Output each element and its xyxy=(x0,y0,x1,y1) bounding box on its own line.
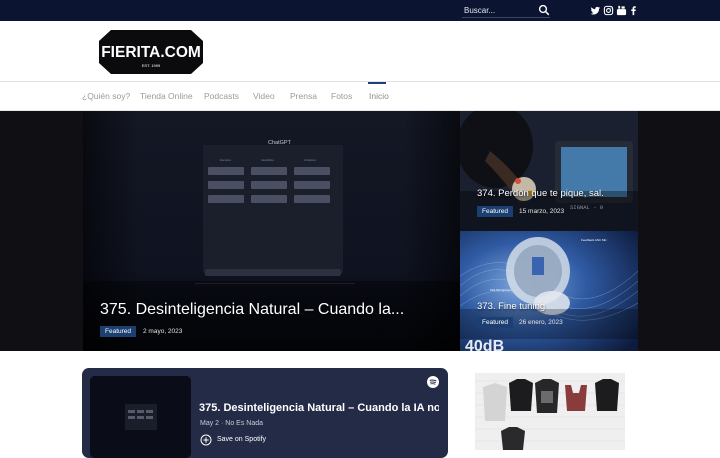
screen-col-3: Limitations xyxy=(304,159,317,162)
spotify-logo-icon[interactable] xyxy=(427,376,439,388)
main-nav: ¿Quién soy? Tienda Online Podcasts Video… xyxy=(0,82,720,111)
featured-badge[interactable]: Featured xyxy=(100,326,137,337)
search-input[interactable] xyxy=(462,2,540,18)
post-title[interactable]: 373. Fine tuning xyxy=(477,301,545,312)
search-form xyxy=(462,2,550,18)
annotation-label: Talk Microphone xyxy=(490,288,512,292)
earbud-xray-image: Feedback ANC Mic Talk Microphone 40dB xyxy=(460,231,638,351)
plus-circle-icon xyxy=(200,434,212,446)
nav-item-inicio[interactable]: Inicio xyxy=(369,82,389,110)
nav-item-podcasts[interactable]: Podcasts xyxy=(204,82,239,110)
nav-item-tienda-online[interactable]: Tienda Online xyxy=(140,82,193,110)
spotify-embed[interactable]: 375. Desinteligencia Natural – Cuando la… xyxy=(82,368,448,458)
post-date: 2 mayo, 2023 xyxy=(143,328,183,335)
post-title[interactable]: 375. Desinteligencia Natural – Cuando la… xyxy=(100,301,404,319)
annotation-label: Feedback ANC Mic xyxy=(581,238,607,242)
save-on-spotify-label: Save on Spotify xyxy=(217,436,267,443)
screen-title: ChatGPT xyxy=(268,140,292,146)
post-date: 26 enero, 2023 xyxy=(519,319,563,326)
search-underline xyxy=(462,17,550,18)
episode-title[interactable]: 375. Desinteligencia Natural – Cuando la… xyxy=(199,402,439,414)
nav-item-prensa[interactable]: Prensa xyxy=(290,82,317,110)
episode-meta: May 2 · No Es Nada xyxy=(200,420,264,427)
hero-section: ChatGPT Examples Capabilities Limitation… xyxy=(0,111,720,351)
featured-post-side-bottom[interactable]: Feedback ANC Mic Talk Microphone 40dB 37… xyxy=(460,231,638,351)
top-bar xyxy=(0,0,720,21)
featured-post-side-top[interactable]: SIGNAL - 0 374. Perdón que te pique, sal… xyxy=(460,111,638,231)
youtube-icon[interactable] xyxy=(616,5,627,16)
featured-badge[interactable]: Featured xyxy=(477,317,514,328)
facebook-icon[interactable] xyxy=(628,5,639,16)
screen-col-2: Capabilities xyxy=(261,159,275,162)
site-logo[interactable]: FIERITA.COM EST. 1999 xyxy=(99,30,203,74)
featured-badge[interactable]: Featured xyxy=(477,206,514,217)
merch-ad-image[interactable] xyxy=(475,373,625,450)
search-icon[interactable] xyxy=(538,4,550,16)
logo-subtext: EST. 1999 xyxy=(142,63,161,68)
nav-item-quien-soy[interactable]: ¿Quién soy? xyxy=(82,82,130,110)
featured-post-main[interactable]: ChatGPT Examples Capabilities Limitation… xyxy=(83,111,460,351)
screen-col-1: Examples xyxy=(220,159,232,162)
post-date: 15 marzo, 2023 xyxy=(519,208,565,215)
post-title[interactable]: 374. Perdón que te pique, sal. xyxy=(477,188,604,199)
twitter-icon[interactable] xyxy=(590,5,601,16)
nav-item-fotos[interactable]: Fotos xyxy=(331,82,352,110)
nav-item-video[interactable]: Video xyxy=(253,82,275,110)
site-header: FIERITA.COM EST. 1999 xyxy=(0,21,720,82)
instagram-icon[interactable] xyxy=(603,5,614,16)
logo-text: FIERITA.COM xyxy=(101,44,201,61)
decibel-overlay-text: 40dB xyxy=(465,338,504,351)
episode-thumbnail xyxy=(90,376,191,458)
